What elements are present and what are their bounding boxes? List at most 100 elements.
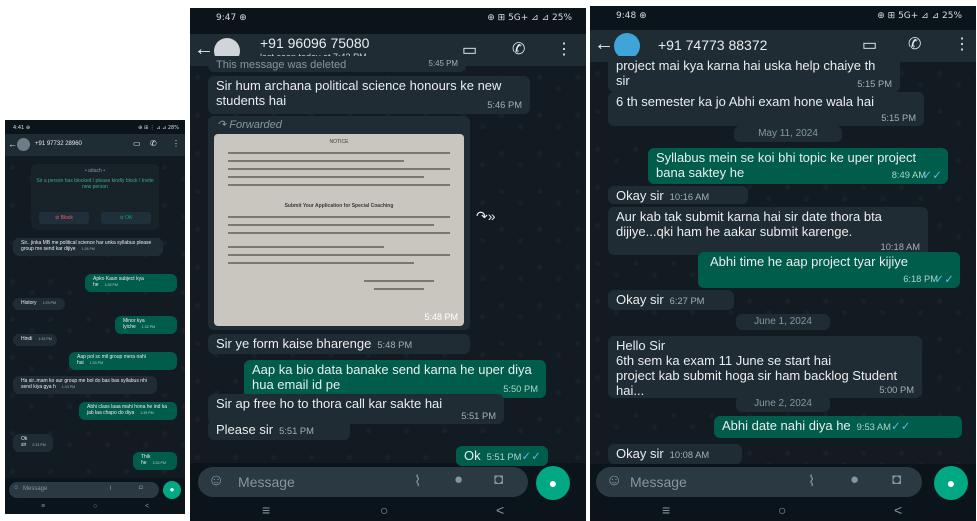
camera-icon[interactable]: ◘ [139,485,143,491]
message-time: 1:28 PM [81,246,95,251]
message-text: Ok sir [21,436,28,448]
message-time: 2:33 PM [152,460,166,465]
attach-icon[interactable]: ⌇ [414,472,421,490]
chat-header: ← +91 97732 28960 ▭ ✆ ⋮ [5,134,185,156]
contact-name[interactable]: +91 74773 88372 [658,37,767,53]
message-time: 1:32 PM [38,337,52,341]
message-bubble: Abhi class laaa mahi hona he ind ka jab … [79,402,177,420]
message-bubble: Aur kab tak submit karna hai sir date th… [608,207,928,255]
message-bubble: Apko Kaun subject kya he 1:28 PM [85,274,177,292]
forwarded-label: ↷ Forwarded [217,119,467,132]
doc-line [228,216,450,218]
phone-call-icon[interactable]: ✆ [908,34,921,54]
back-nav-icon[interactable]: < [894,502,902,518]
home-nav-icon[interactable]: ○ [778,502,786,518]
menu-nav-icon[interactable]: ≡ [41,503,45,510]
block-button[interactable]: ⊘ Block [39,212,89,224]
video-call-icon[interactable]: ▭ [133,139,141,148]
attach-icon[interactable]: ⌇ [808,472,815,490]
message-time: 1:35 PM [140,410,154,415]
status-bar: 4:41 ⊕ ⊕ ⊞ ⋮ ⊿ ⊿ 28% [5,120,185,134]
message-bubble: Okay sir 10:08 AM [608,444,742,464]
message-input[interactable]: ☺ Message ⌇ ● ◘ [198,467,528,497]
message-input[interactable]: ☺ Message ⌇ ● ◘ [596,467,922,497]
doc-line [364,280,434,282]
message-time: 1:29 PM [42,301,56,305]
photo-time: 5:48 PM [424,311,458,322]
back-nav-icon[interactable]: < [145,503,149,510]
system-note-title: • attach • [85,168,105,174]
mic-button[interactable]: ● [934,466,968,500]
message-placeholder: Message [630,474,687,490]
rupee-payment-icon[interactable]: ● [454,471,463,488]
home-nav-icon[interactable]: ○ [380,502,388,518]
message-bubble: Sir.. jinka MB me political science har … [13,238,163,256]
emoji-icon[interactable]: ☺ [208,472,224,490]
home-nav-icon[interactable]: ○ [93,503,97,510]
phone-call-icon[interactable]: ✆ [150,139,157,148]
emoji-icon[interactable]: ☺ [606,472,622,490]
message-time: 1:32 PM [141,324,156,329]
message-text: Abhi date nahi diya he [722,418,851,433]
message-text: Abhi time he aap project tyar kijiye [710,254,908,269]
message-bubble: Hello Sir 6th sem ka exam 11 June se sta… [608,336,922,398]
message-bubble: History 1:29 PM [13,298,65,310]
contact-name[interactable]: +91 96096 75080 [260,35,369,51]
message-time: 2:33 PM [32,442,46,447]
camera-icon[interactable]: ◘ [494,471,503,488]
message-input[interactable]: ☺ Message ⌇ ◘ [9,482,159,498]
phone-call-icon[interactable]: ✆ [512,39,525,59]
forwarded-photo-message[interactable]: ↷ Forwarded NOTICE Submit Your Applicati… [208,116,470,330]
status-icons: ⊕ ⊞ ⋮ ⊿ ⊿ 28% [138,125,179,131]
message-bubble: Aap pol sc mil group mera nahi hai 1:33 P… [69,352,177,370]
back-nav-icon[interactable]: < [496,502,504,518]
input-bar: ☺ Message ⌇ ● ◘ ● [590,465,976,501]
contact-name[interactable]: +91 97732 28960 [35,141,82,147]
back-arrow-icon[interactable]: ← [8,139,17,149]
more-options-icon[interactable]: ⋮ [172,139,180,148]
message-time: 5:00 PM [879,385,914,396]
menu-nav-icon[interactable]: ≡ [662,502,670,518]
doc-line [228,184,450,186]
video-call-icon[interactable]: ▭ [862,35,877,55]
mic-button[interactable]: ● [536,466,570,500]
message-time: 5:51 PM [461,411,496,422]
status-icons: ⊕ ⊞ 5G+ ⊿ ⊿ 25% [487,13,572,23]
forwarded-document-image[interactable]: NOTICE Submit Your Application for Speci… [214,134,464,326]
more-options-icon[interactable]: ⋮ [556,39,572,59]
message-bubble: Sir hum archana political science honour… [208,76,530,114]
message-text: Thik he [141,454,151,466]
ok-button[interactable]: ⊘ OK [101,212,151,224]
more-options-icon[interactable]: ⋮ [954,34,970,54]
rupee-payment-icon[interactable]: ● [850,471,859,488]
back-arrow-icon[interactable]: ← [594,33,614,56]
message-text: Aur kab tak submit karna hai sir date th… [616,209,882,239]
attach-icon[interactable]: ⌇ [109,485,112,492]
doc-title: NOTICE [329,139,349,145]
message-time: 6:18 PM [903,274,938,285]
message-time: 5:50 PM [503,384,538,395]
forward-small-icon: ↷ [217,119,230,131]
message-text: Abhi class laaa mahi hona he ind ka jab … [87,404,168,416]
menu-nav-icon[interactable]: ≡ [262,502,270,518]
message-time: 5:48 PM [377,340,413,350]
input-bar: ☺ Message ⌇ ◘ ● [5,480,185,502]
doc-line [228,246,384,248]
message-bubble: Hindi 1:32 PM [13,334,57,346]
deleted-message: This message was deleted 5:45 PM [208,56,466,72]
camera-icon[interactable]: ◘ [892,471,901,488]
emoji-icon[interactable]: ☺ [13,485,19,491]
doc-line [228,176,424,178]
mic-button[interactable]: ● [163,481,181,499]
forward-share-icon[interactable]: ↷» [476,208,496,225]
middle-phone-screenshot: 9:47 ⊕ ⊕ ⊞ 5G+ ⊿ ⊿ 25% ← +91 96096 75080… [190,8,586,521]
avatar[interactable] [17,138,30,151]
message-bubble: project mai kya karna hai uska help chai… [608,56,900,92]
message-time: 8:49 AM [891,170,926,181]
message-time: 10:08 AM [669,450,710,460]
message-bubble: Ok 5:51 PM✓✓ [456,446,548,466]
message-text: History [21,300,37,306]
message-bubble: Aap ka bio data banake send karna he upe… [244,360,546,398]
system-note: • attach • Sir a person has blocked / pl… [31,164,159,230]
status-bar: 9:47 ⊕ ⊕ ⊞ 5G+ ⊿ ⊿ 25% [190,8,586,34]
